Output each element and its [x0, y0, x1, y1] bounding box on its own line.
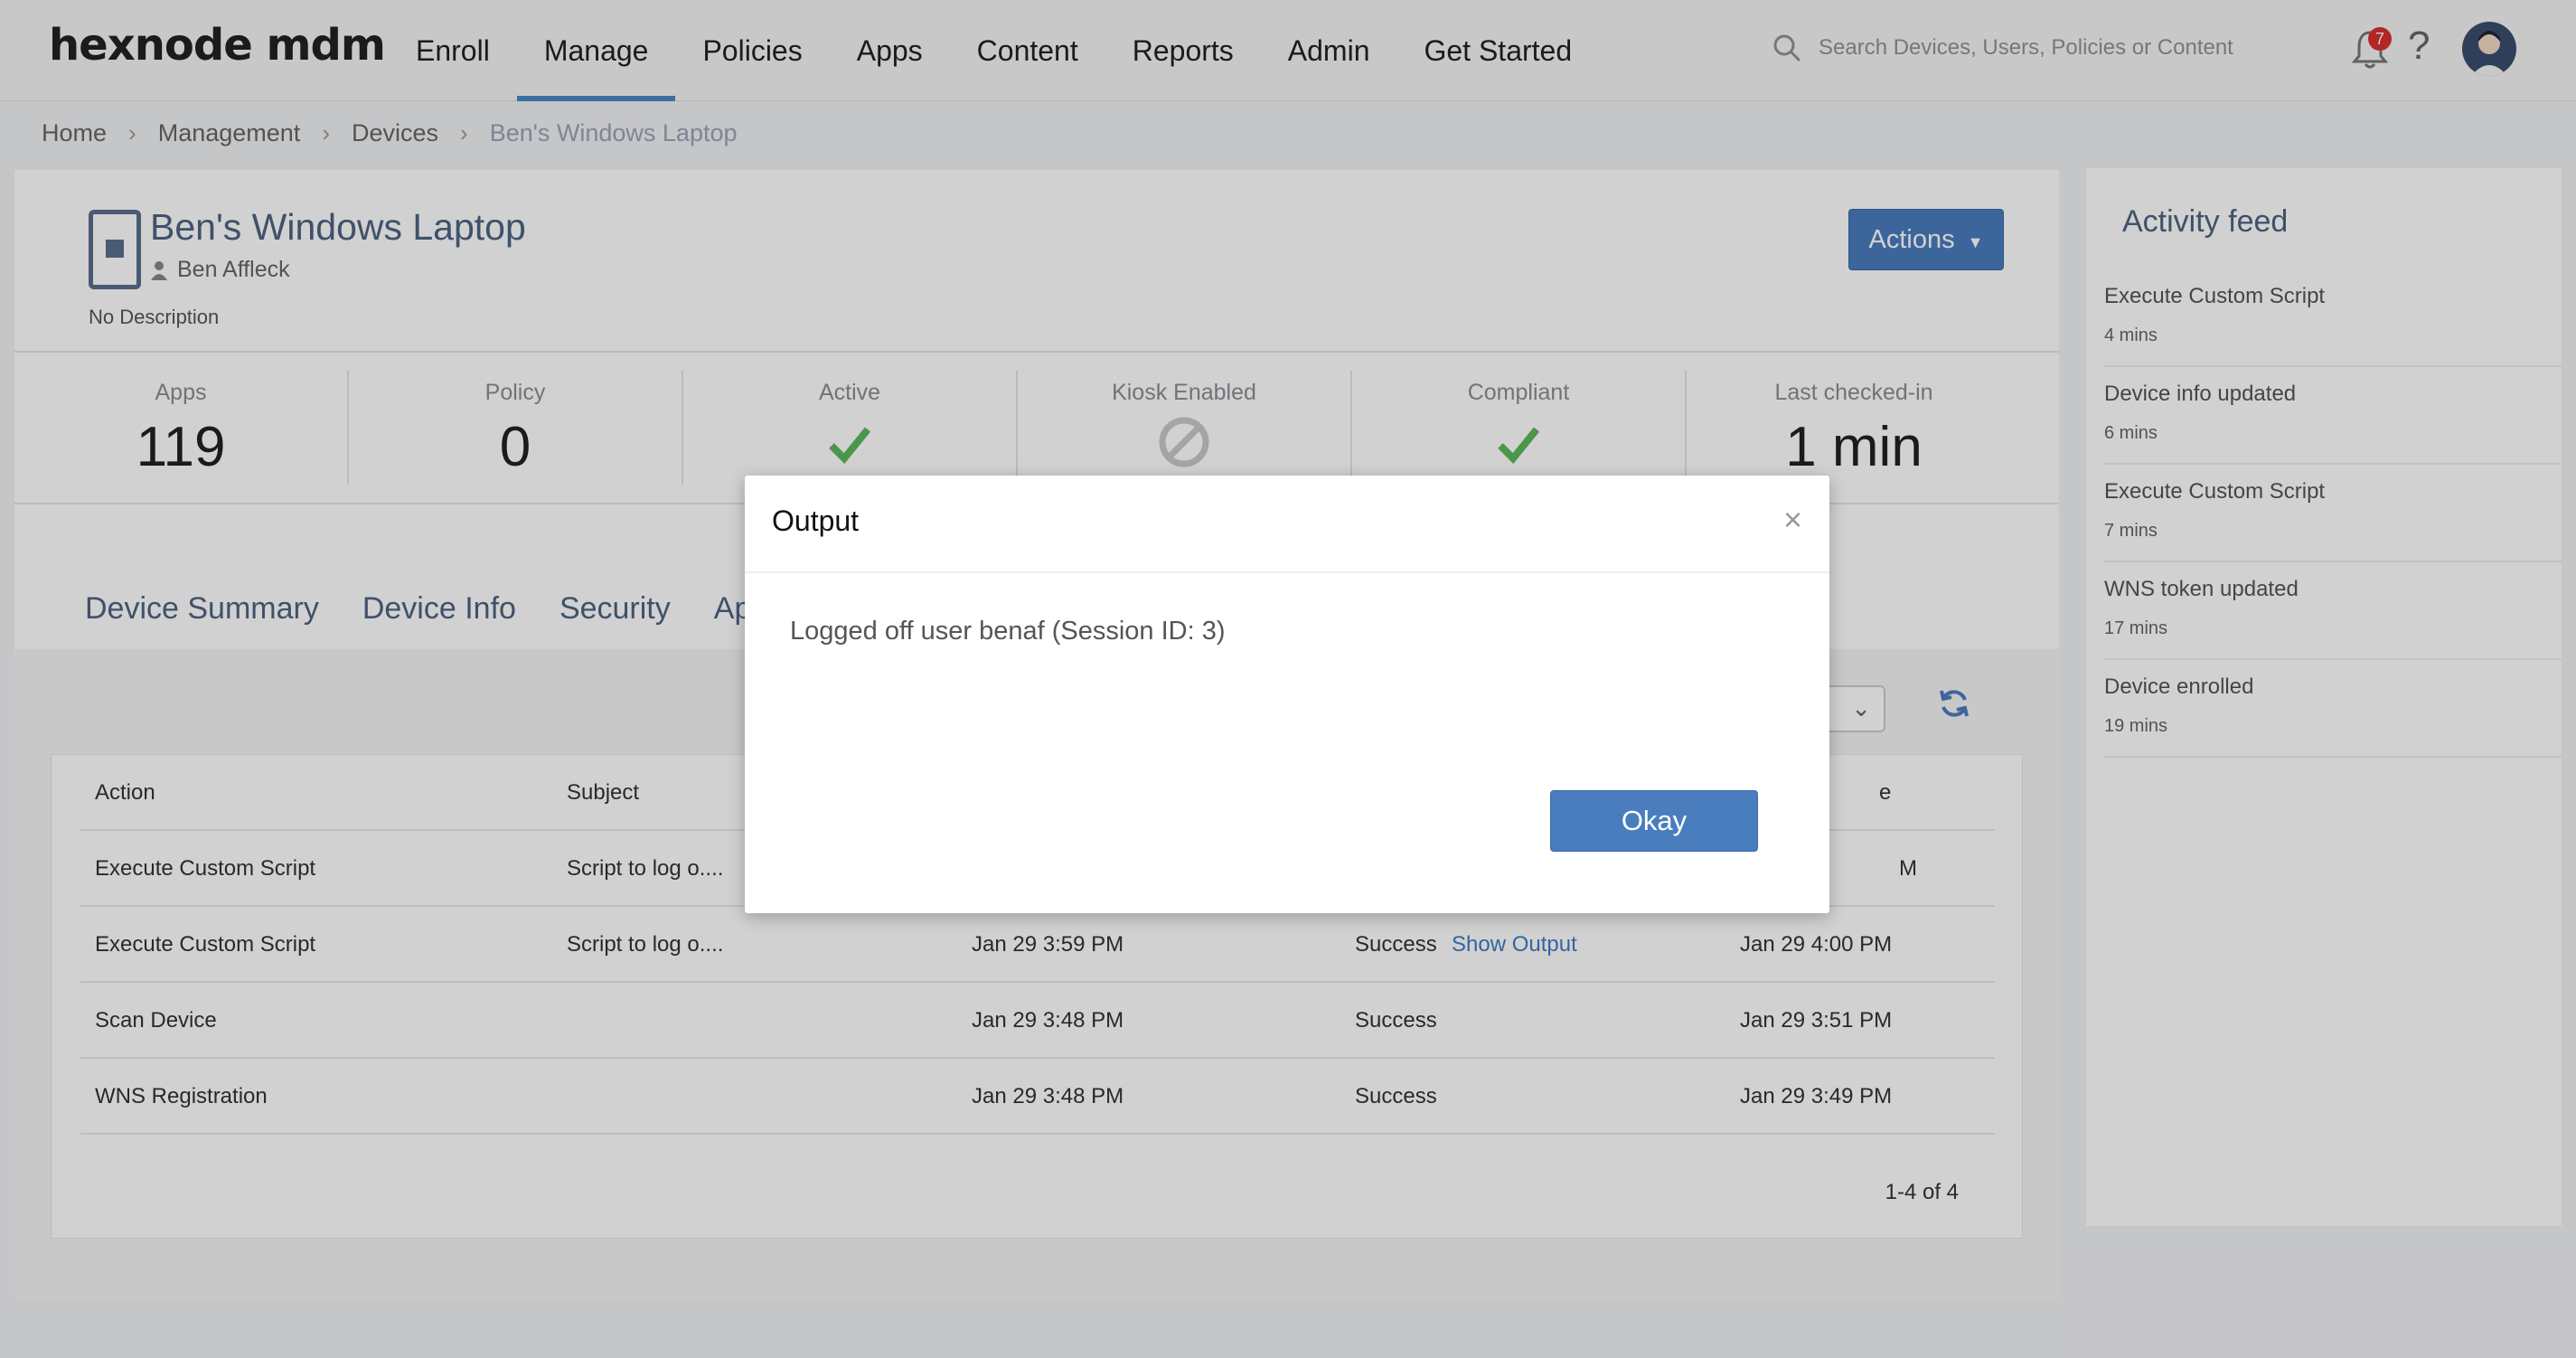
modal-divider: [745, 571, 1829, 573]
okay-button[interactable]: Okay: [1550, 790, 1758, 852]
modal-title: Output: [772, 505, 860, 537]
modal-output-text: Logged off user benaf (Session ID: 3): [790, 617, 1226, 646]
close-icon[interactable]: ×: [1783, 501, 1802, 539]
output-modal: Output × Logged off user benaf (Session …: [745, 476, 1829, 913]
